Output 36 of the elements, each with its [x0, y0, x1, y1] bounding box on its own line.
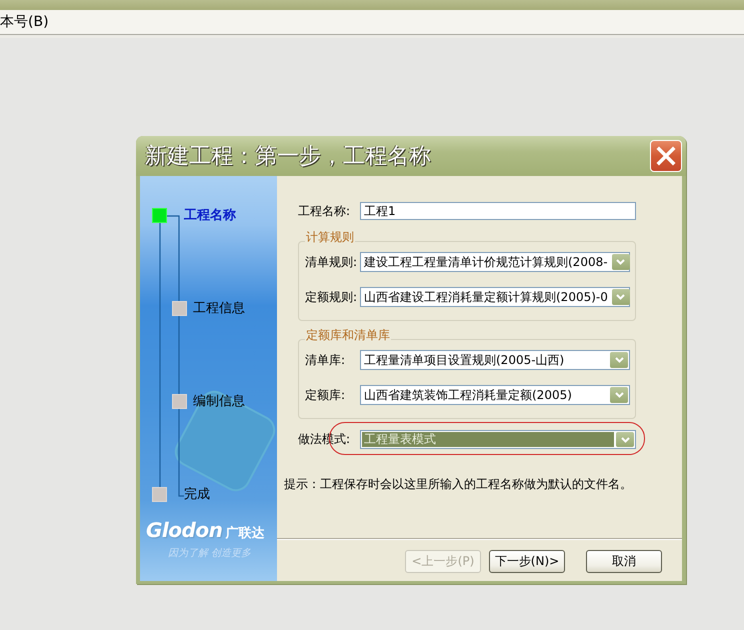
project-name-input[interactable]: 工程1 [360, 202, 636, 220]
dropdown-button[interactable] [612, 254, 630, 270]
step-label[interactable]: 工程信息 [193, 301, 245, 316]
dialog-button[interactable]: 取消 [586, 550, 662, 573]
field-label: 工程名称: [298, 202, 352, 220]
dropdown-button[interactable] [610, 387, 628, 403]
step-label[interactable]: 工程名称 [184, 208, 236, 223]
dropdown-button[interactable] [612, 289, 630, 305]
dropdown-field[interactable]: 建设工程工程量清单计价规范计算规则(2008- [360, 252, 630, 272]
dropdown-field[interactable]: 山西省建设工程消耗量定额计算规则(2005)-0 [360, 287, 630, 307]
brand-tagline: 因为了解 创造更多 [167, 546, 252, 560]
chevron-down-icon [616, 259, 626, 265]
chevron-down-icon [616, 294, 626, 300]
menu-item[interactable]: 本号(B) [0, 13, 55, 31]
step-label[interactable]: 完成 [184, 487, 210, 502]
group-title: 定额库和清单库 [305, 328, 391, 344]
dialog-button[interactable]: 下一步(N)> [489, 550, 565, 573]
brand-logo-text: 广联达 [225, 524, 264, 542]
hint-text: 提示：工程保存时会以这里所输入的工程名称做为默认的文件名。 [284, 476, 633, 492]
field-label: 定额规则: [305, 288, 358, 306]
dropdown-button[interactable] [616, 432, 634, 447]
dropdown-button[interactable] [610, 352, 628, 368]
dropdown-field[interactable]: 工程量清单项目设置规则(2005-山西) [360, 350, 630, 370]
brand-logo-text: Glodon [146, 518, 222, 542]
field-label: 清单库: [305, 352, 346, 368]
chevron-down-icon [614, 392, 624, 398]
dropdown-field[interactable]: 山西省建筑装饰工程消耗量定额(2005) [360, 385, 630, 405]
field-label: 定额库: [305, 386, 346, 404]
dialog-title: 新建工程：第一步，工程名称 [145, 143, 431, 171]
chevron-down-icon [614, 357, 624, 363]
close-icon [656, 146, 676, 166]
step-label[interactable]: 编制信息 [193, 394, 245, 409]
chevron-down-icon [620, 436, 630, 442]
group-title: 计算规则 [305, 230, 355, 246]
field-label: 清单规则: [305, 254, 358, 270]
close-button[interactable] [650, 140, 682, 172]
